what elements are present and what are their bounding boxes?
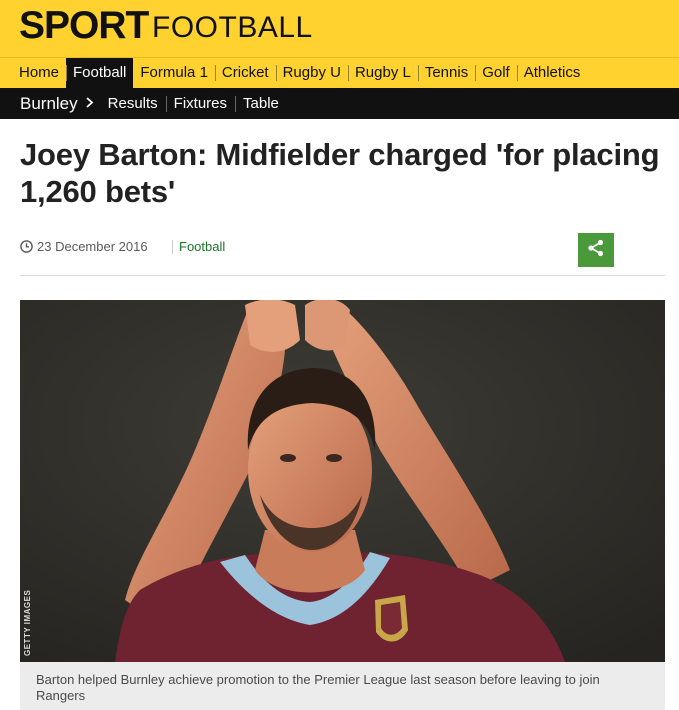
meta-divider <box>172 240 173 254</box>
image-credit: GETTY IMAGES <box>23 589 32 656</box>
topic-link[interactable]: Football <box>179 239 225 255</box>
share-button[interactable] <box>578 233 614 267</box>
nav-item-rugby-union[interactable]: Rugby U <box>275 58 348 88</box>
primary-nav: Home Football Formula 1 Cricket Rugby U … <box>0 57 679 88</box>
sport-logo[interactable]: SPORT <box>19 4 149 48</box>
masthead: SPORT FOOTBALL <box>0 0 679 57</box>
nav-item-cricket[interactable]: Cricket <box>214 58 276 88</box>
nav-item-golf[interactable]: Golf <box>475 58 517 88</box>
article-image: GETTY IMAGES <box>20 300 665 662</box>
nav-item-rugby-league[interactable]: Rugby L <box>347 58 418 88</box>
image-caption: Barton helped Burnley achieve promotion … <box>20 662 665 710</box>
secondary-nav: Burnley Results Fixtures Table <box>0 88 679 119</box>
nav-item-athletics[interactable]: Athletics <box>516 58 588 88</box>
table-link[interactable]: Table <box>235 88 287 119</box>
nav-item-tennis[interactable]: Tennis <box>417 58 475 88</box>
nav-item-home[interactable]: Home <box>12 58 66 88</box>
article-headline: Joey Barton: Midfielder charged 'for pla… <box>20 137 660 209</box>
team-link-burnley[interactable]: Burnley <box>20 88 78 119</box>
article-date: 23 December 2016 <box>37 239 148 254</box>
player-photo <box>20 300 665 662</box>
clock-icon <box>20 240 33 253</box>
share-icon <box>587 239 605 262</box>
nav-item-football[interactable]: Football <box>66 58 134 88</box>
nav-item-formula-1[interactable]: Formula 1 <box>133 58 215 88</box>
fixtures-link[interactable]: Fixtures <box>165 88 235 119</box>
article-meta: 23 December 2016 Football <box>20 233 665 276</box>
results-link[interactable]: Results <box>100 88 166 119</box>
chevron-right-icon <box>86 88 94 119</box>
section-title[interactable]: FOOTBALL <box>152 11 313 45</box>
